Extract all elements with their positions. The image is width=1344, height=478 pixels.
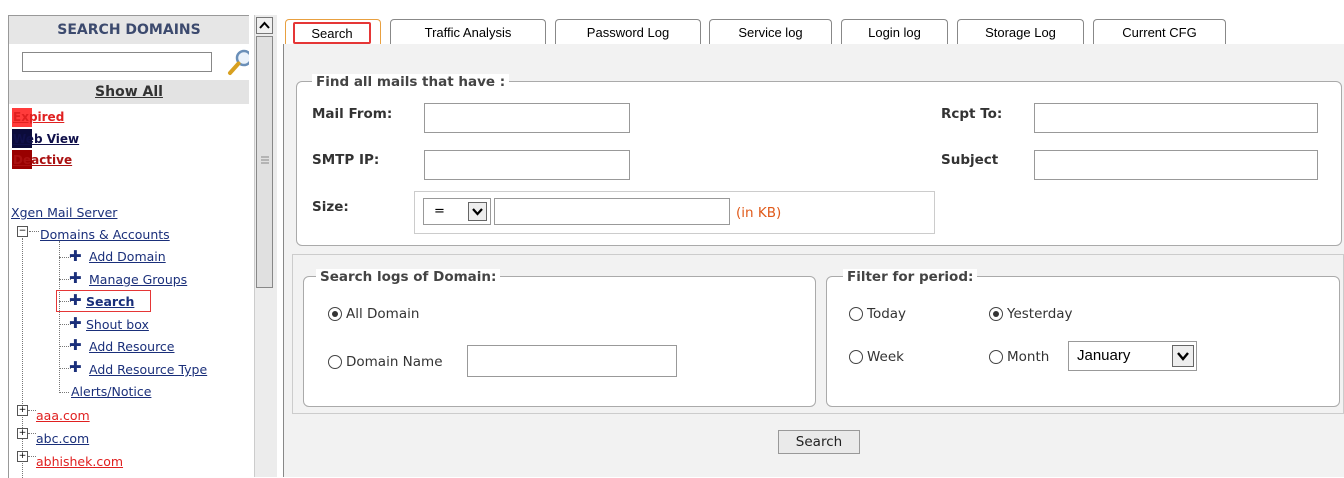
expand-icon[interactable]: + [17,405,28,416]
domain-name-label[interactable]: Domain Name [346,354,443,370]
tab-service-log[interactable]: Service log [709,19,832,45]
tree-add-domain[interactable]: Add Domain [89,249,166,264]
plus-icon: ✚ [69,314,82,332]
all-domain-radio[interactable] [328,307,342,321]
plus-icon: ✚ [69,336,82,354]
mail-from-input[interactable] [424,103,630,133]
chevron-down-icon [1177,352,1189,361]
all-domain-label[interactable]: All Domain [346,306,419,322]
size-unit-label: (in KB) [736,205,782,221]
week-radio[interactable] [849,350,863,364]
expand-icon[interactable]: + [17,451,28,462]
plus-icon: ✚ [69,247,82,265]
mail-from-label: Mail From: [312,106,393,122]
today-label[interactable]: Today [867,306,906,322]
tab-search[interactable]: Search [285,19,381,45]
plus-icon: ✚ [69,269,82,287]
week-label[interactable]: Week [867,349,904,365]
tree-connector [28,433,36,434]
tree-connector [59,392,69,393]
tree-domain-abc[interactable]: abc.com [36,431,89,446]
tree-manage-groups[interactable]: Manage Groups [89,272,187,287]
month-select[interactable]: January [1068,341,1197,371]
tab-traffic-analysis[interactable]: Traffic Analysis [390,19,546,45]
dropdown-button[interactable] [468,202,487,221]
search-icon[interactable] [225,48,249,78]
tree-add-resource[interactable]: Add Resource [89,339,175,354]
rcpt-to-input[interactable] [1034,103,1318,133]
tab-storage-log[interactable]: Storage Log [957,19,1084,45]
domain-sidebar: SEARCH DOMAINS Show All Expired Web View… [8,15,249,478]
mail-filter-legend: Find all mails that have : [312,74,510,90]
collapse-icon[interactable]: − [17,226,28,237]
tree-connector [28,410,36,411]
tree-domains-accounts[interactable]: Domains & Accounts [40,227,170,242]
tree-add-resource-type[interactable]: Add Resource Type [89,362,207,377]
tree-search[interactable]: Search [86,294,134,309]
tree-domain-aaa[interactable]: aaa.com [36,408,90,423]
legend-deactive[interactable]: Deactive [13,153,72,167]
month-select-value: January [1077,347,1131,364]
scroll-thumb[interactable] [256,36,273,288]
month-label[interactable]: Month [1007,349,1049,365]
tree-alerts-notice[interactable]: Alerts/Notice [71,384,151,399]
tab-search-label: Search [293,22,371,44]
subject-input[interactable] [1034,150,1318,180]
chevron-up-icon [259,21,270,29]
month-dropdown-button[interactable] [1172,345,1194,367]
search-submit-button[interactable]: Search [778,430,860,454]
domain-search-input[interactable] [22,52,212,72]
tree-connector [28,456,36,457]
yesterday-radio[interactable] [989,307,1003,321]
legend-web-view[interactable]: Web View [13,132,79,146]
plus-icon: ✚ [69,291,82,309]
sidebar-title: SEARCH DOMAINS [9,16,249,44]
size-operator-select[interactable]: = [423,198,491,225]
smtp-ip-input[interactable] [424,150,630,180]
tree-domain-abhishek[interactable]: abhishek.com [36,454,123,469]
size-operator-value: = [434,204,445,219]
tree-shout-box[interactable]: Shout box [86,317,149,332]
chevron-down-icon [472,208,483,216]
tab-login-log[interactable]: Login log [841,19,948,45]
show-all-link[interactable]: Show All [9,80,249,104]
tab-password-log[interactable]: Password Log [555,19,701,45]
subject-label: Subject [941,152,999,168]
size-value-input[interactable] [494,198,730,225]
tree-root-xgen[interactable]: Xgen Mail Server [11,205,117,220]
scroll-up-button[interactable] [256,17,273,34]
tree-vertical-line [22,238,23,478]
tree-connector [29,231,39,232]
period-legend: Filter for period: [843,269,978,285]
yesterday-label[interactable]: Yesterday [1007,306,1073,322]
month-radio[interactable] [989,350,1003,364]
grip-icon [261,156,269,164]
domain-logs-fieldset [303,276,816,407]
domain-name-radio[interactable] [328,355,342,369]
size-label: Size: [312,199,349,215]
expand-icon[interactable]: + [17,428,28,439]
rcpt-to-label: Rcpt To: [941,106,1003,122]
domain-name-input[interactable] [467,345,677,377]
plus-icon: ✚ [69,358,82,376]
legend-expired[interactable]: Expired [13,110,64,124]
tree-vertical-line [59,241,60,393]
domain-logs-legend: Search logs of Domain: [316,269,501,285]
smtp-ip-label: SMTP IP: [312,152,380,168]
today-radio[interactable] [849,307,863,321]
tab-current-cfg[interactable]: Current CFG [1093,19,1226,45]
